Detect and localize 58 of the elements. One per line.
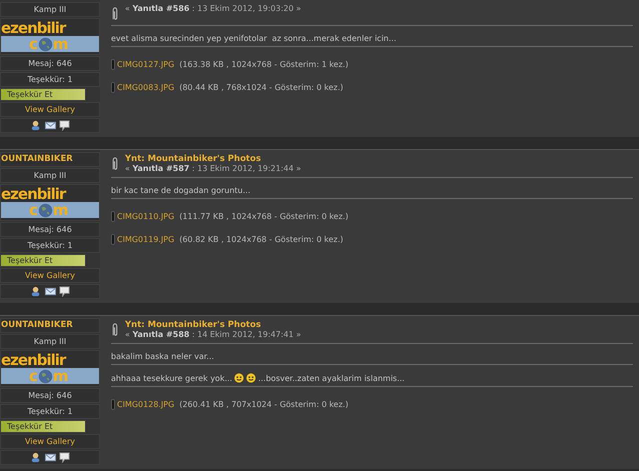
paperclip-icon xyxy=(111,323,119,337)
mail-icon[interactable] xyxy=(44,286,56,297)
member-rank: Kamp III xyxy=(0,168,100,183)
post-title[interactable]: Ynt: Mountainbiker's Photos xyxy=(125,154,302,164)
member-stat: Teşekkür: 1 xyxy=(0,72,100,87)
username[interactable]: OUNTAINBIKER xyxy=(0,152,100,167)
attachment-link[interactable]: CIMG0083.JPG xyxy=(117,83,174,92)
attachment-link[interactable]: CIMG0127.JPG xyxy=(117,60,174,69)
post-title[interactable]: Ynt: Mountainbiker's Photos xyxy=(125,320,302,330)
mail-icon[interactable] xyxy=(44,452,56,463)
attachment-icon xyxy=(111,211,115,222)
profile-icon[interactable] xyxy=(30,120,42,131)
attachment-info: (111.77 KB , 1024x768 - Gösterim: 0 kez.) xyxy=(179,212,348,221)
smiley-icon xyxy=(246,373,256,383)
mail-icon[interactable] xyxy=(44,120,56,131)
post-text: bir kac tane de dogadan goruntu... xyxy=(111,178,633,199)
paperclip-icon xyxy=(111,157,119,171)
attachment-info: (260.41 KB , 707x1024 - Gösterim: 0 kez.) xyxy=(179,400,348,409)
attachment-info: (80.44 KB , 768x1024 - Gösterim: 0 kez.) xyxy=(179,83,344,92)
member-rank: Kamp III xyxy=(0,2,100,17)
smiley-icon xyxy=(234,373,244,383)
avatar-logo: ezenbilir c m xyxy=(0,350,100,387)
avatar-logo: ezenbilir c m xyxy=(0,184,100,221)
member-rank: Kamp III xyxy=(0,334,100,349)
member-stat: Teşekkür: 1 xyxy=(0,238,100,253)
attachment-info: (163.38 KB , 1024x768 - Gösterim: 1 kez.) xyxy=(179,60,348,69)
member-stat: Mesaj: 646 xyxy=(0,388,100,403)
globe-icon xyxy=(38,368,53,384)
globe-icon xyxy=(38,202,53,218)
member-stat: Teşekkür: 1 xyxy=(0,404,100,419)
post-text: bakalim baska neler var... xyxy=(111,344,633,365)
username[interactable]: OUNTAINBIKER xyxy=(0,318,100,333)
post-text: ahhaaa tesekkure gerek yok... ...bosver..zaten ayaklarim islanmis... xyxy=(111,365,633,387)
thank-button[interactable]: Teşekkür Et xyxy=(0,88,86,101)
speech-bubble-icon[interactable] xyxy=(58,452,70,463)
speech-bubble-icon[interactable] xyxy=(58,286,70,297)
attachment-icon xyxy=(111,59,115,70)
thank-button[interactable]: Teşekkür Et xyxy=(0,420,86,433)
attachment-icon xyxy=(111,82,115,93)
attachment-icon xyxy=(111,234,115,245)
member-stat: Mesaj: 646 xyxy=(0,222,100,237)
member-stat: Mesaj: 646 xyxy=(0,56,100,71)
attachment-link[interactable]: CIMG0128.JPG xyxy=(117,400,174,409)
avatar-logo: ezenbilir c m xyxy=(0,18,100,55)
profile-icon[interactable] xyxy=(30,452,42,463)
attachment-info: (60.82 KB , 1024x768 - Gösterim: 0 kez.) xyxy=(179,235,344,244)
speech-bubble-icon[interactable] xyxy=(58,120,70,131)
thank-button[interactable]: Teşekkür Et xyxy=(0,254,86,267)
reply-header: « Yanıtla #586 : 13 Ekim 2012, 19:03:20 » xyxy=(125,4,302,13)
globe-icon xyxy=(38,36,53,52)
post-text: evet alisma surecinden yep yenifotolar az sonra...merak edenler icin... xyxy=(111,26,633,47)
paperclip-icon xyxy=(111,7,119,21)
attachment-link[interactable]: CIMG0110.JPG xyxy=(117,212,174,221)
reply-header: « Yanıtla #588 : 14 Ekim 2012, 19:47:41 » xyxy=(125,330,302,339)
profile-icon[interactable] xyxy=(30,286,42,297)
attachment-icon xyxy=(111,399,115,410)
reply-header: « Yanıtla #587 : 13 Ekim 2012, 19:21:44 » xyxy=(125,164,302,173)
attachment-link[interactable]: CIMG0119.JPG xyxy=(117,235,174,244)
